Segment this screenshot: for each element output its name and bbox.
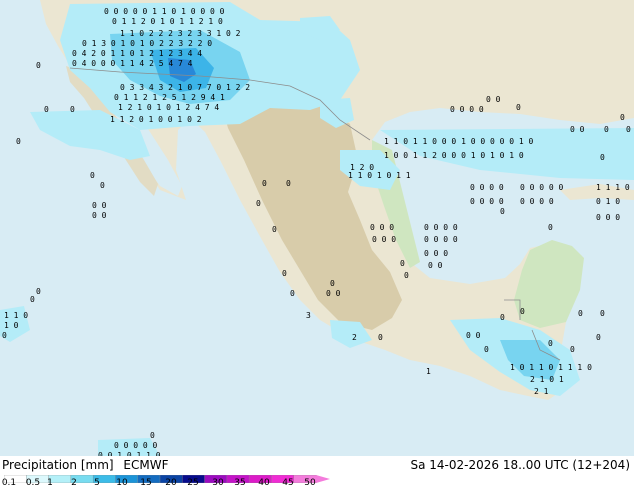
precip-value-row: 0 4 0 0 0 1 1 4 2 5 4 7 4 xyxy=(72,59,193,68)
svg-text:0 0: 0 0 xyxy=(428,261,443,270)
svg-text:0: 0 xyxy=(30,295,35,304)
svg-text:0: 0 xyxy=(484,345,489,354)
svg-text:0: 0 xyxy=(70,105,75,114)
precip-value-row: 1 1 0 1 0 1 1 xyxy=(348,171,411,180)
svg-text:0 0 0 0: 0 0 0 0 xyxy=(424,223,458,232)
svg-text:0: 0 xyxy=(620,113,625,122)
svg-text:0: 0 xyxy=(500,313,505,322)
precip-value-row: 1 2 1 0 1 0 1 2 4 7 4 xyxy=(118,103,219,112)
svg-text:0: 0 xyxy=(548,339,553,348)
legend-footer: Precipitation [mm] ECMWF Sa 14-02-2026 1… xyxy=(0,456,634,490)
svg-text:0 0: 0 0 xyxy=(486,95,501,104)
svg-text:0: 0 xyxy=(520,307,525,316)
svg-text:0 0: 0 0 xyxy=(570,125,585,134)
svg-text:0: 0 xyxy=(272,225,277,234)
map-title: Precipitation [mm] ECMWF xyxy=(2,458,168,472)
svg-text:0: 0 xyxy=(596,333,601,342)
scale-tick-label: 35 xyxy=(234,478,246,488)
svg-text:0: 0 xyxy=(286,179,291,188)
svg-text:0 1 0: 0 1 0 xyxy=(596,197,620,206)
scale-tick-label: 5 xyxy=(94,478,100,488)
precip-value-row: 0 1 1 2 0 1 0 1 1 2 1 0 xyxy=(112,17,223,26)
scale-tick-label: 1 xyxy=(47,478,53,488)
svg-text:0: 0 xyxy=(100,181,105,190)
svg-text:0: 0 xyxy=(44,105,49,114)
svg-text:0: 0 xyxy=(404,271,409,280)
scale-arrow xyxy=(316,475,330,483)
svg-text:1 1 1 0: 1 1 1 0 xyxy=(596,183,630,192)
precip-value-row: 1 1 2 0 1 0 0 1 0 2 xyxy=(110,115,202,124)
precipitation-map: 0 0 0 0 0 1 1 0 1 0 0 0 00 1 1 2 0 1 0 1… xyxy=(0,0,634,456)
precip-value-row: 1 0 0 1 1 2 0 0 0 1 0 1 0 1 0 xyxy=(384,151,524,160)
svg-text:1 0: 1 0 xyxy=(4,321,19,330)
scale-tick-label: 50 xyxy=(304,478,316,488)
svg-text:0: 0 xyxy=(604,125,609,134)
svg-text:0: 0 xyxy=(262,179,267,188)
svg-text:0: 0 xyxy=(400,259,405,268)
scale-tick-label: 20 xyxy=(165,478,177,488)
svg-text:0: 0 xyxy=(90,171,95,180)
svg-text:0: 0 xyxy=(600,309,605,318)
svg-text:0: 0 xyxy=(256,199,261,208)
precip-value-row: 2 1 0 1 xyxy=(530,375,564,384)
svg-text:0: 0 xyxy=(2,331,7,340)
svg-text:0: 0 xyxy=(16,137,21,146)
precip-value-row: 0 4 2 0 1 1 0 1 2 1 2 3 4 4 xyxy=(72,49,202,58)
model-name: ECMWF xyxy=(123,458,169,472)
map-canvas: 0 0 0 0 0 1 1 0 1 0 0 0 00 1 1 2 0 1 0 1… xyxy=(0,0,634,456)
svg-text:0: 0 xyxy=(600,153,605,162)
svg-text:0: 0 xyxy=(626,125,631,134)
svg-text:1 1 0: 1 1 0 xyxy=(4,311,28,320)
precip-value-row: 1 1 0 2 2 2 3 2 3 3 1 0 2 xyxy=(120,29,241,38)
svg-text:0: 0 xyxy=(36,287,41,296)
svg-text:0 0 0 0: 0 0 0 0 xyxy=(470,183,504,192)
svg-text:0 0 0 0: 0 0 0 0 xyxy=(424,235,458,244)
svg-text:0 0 0 0 0: 0 0 0 0 0 xyxy=(520,183,564,192)
scale-tick-label: 15 xyxy=(140,478,152,488)
scale-tick-label: 10 xyxy=(116,478,128,488)
svg-text:0: 0 xyxy=(330,279,335,288)
svg-text:0: 0 xyxy=(516,103,521,112)
title-text: Precipitation [mm] xyxy=(2,458,114,472)
svg-text:0 0 0 0: 0 0 0 0 xyxy=(520,197,554,206)
precip-value-row: 0 1 1 2 1 2 5 1 2 9 4 1 xyxy=(114,93,225,102)
svg-text:0 0 0: 0 0 0 xyxy=(424,249,448,258)
scale-tick-label: 30 xyxy=(212,478,224,488)
precip-value-row: 0 1 3 0 1 0 1 0 2 2 3 2 2 0 xyxy=(82,39,212,48)
precip-value-row: 2 1 xyxy=(534,387,549,396)
svg-text:0 0 0: 0 0 0 xyxy=(370,223,394,232)
scale-tick-label: 40 xyxy=(258,478,270,488)
precip-value-row: 1 0 1 1 0 1 1 1 0 xyxy=(510,363,592,372)
scale-tick-label: 0.5 xyxy=(25,478,41,488)
svg-text:0: 0 xyxy=(500,207,505,216)
svg-text:0 0 0: 0 0 0 xyxy=(596,213,620,222)
svg-text:1: 1 xyxy=(426,367,431,376)
svg-text:0: 0 xyxy=(578,309,583,318)
svg-text:0 0: 0 0 xyxy=(92,201,107,210)
scale-tick-label: 25 xyxy=(187,478,199,488)
svg-text:0 0: 0 0 xyxy=(92,211,107,220)
svg-text:0 0 0 0 0: 0 0 0 0 0 xyxy=(114,441,158,450)
run-info: Sa 14-02-2026 18..00 UTC (12+204) xyxy=(410,458,630,472)
svg-text:0: 0 xyxy=(150,431,155,440)
svg-text:3: 3 xyxy=(306,311,311,320)
precip-value-row: 0 0 0 0 0 1 1 0 1 0 0 0 0 xyxy=(104,7,225,16)
svg-text:0: 0 xyxy=(378,333,383,342)
precip-value-row: 1 1 0 1 1 0 0 0 1 0 0 0 0 0 1 0 xyxy=(384,137,533,146)
scale-tick-label: 45 xyxy=(282,478,294,488)
svg-text:0 0 0: 0 0 0 xyxy=(372,235,396,244)
svg-text:0 0: 0 0 xyxy=(466,331,481,340)
svg-text:2: 2 xyxy=(352,333,357,342)
svg-text:0 0 0 0: 0 0 0 0 xyxy=(470,197,504,206)
scale-tick-label: 0.1 xyxy=(1,478,17,488)
svg-text:0 0 0 0: 0 0 0 0 xyxy=(450,105,484,114)
precip-value-row: 0 3 3 4 3 2 1 0 7 7 0 1 2 2 xyxy=(120,83,250,92)
svg-text:0: 0 xyxy=(36,61,41,70)
svg-text:0: 0 xyxy=(570,345,575,354)
svg-text:0: 0 xyxy=(548,223,553,232)
svg-text:0: 0 xyxy=(282,269,287,278)
svg-text:0 0: 0 0 xyxy=(326,289,341,298)
svg-text:0: 0 xyxy=(290,289,295,298)
scale-tick-label: 2 xyxy=(71,478,77,488)
